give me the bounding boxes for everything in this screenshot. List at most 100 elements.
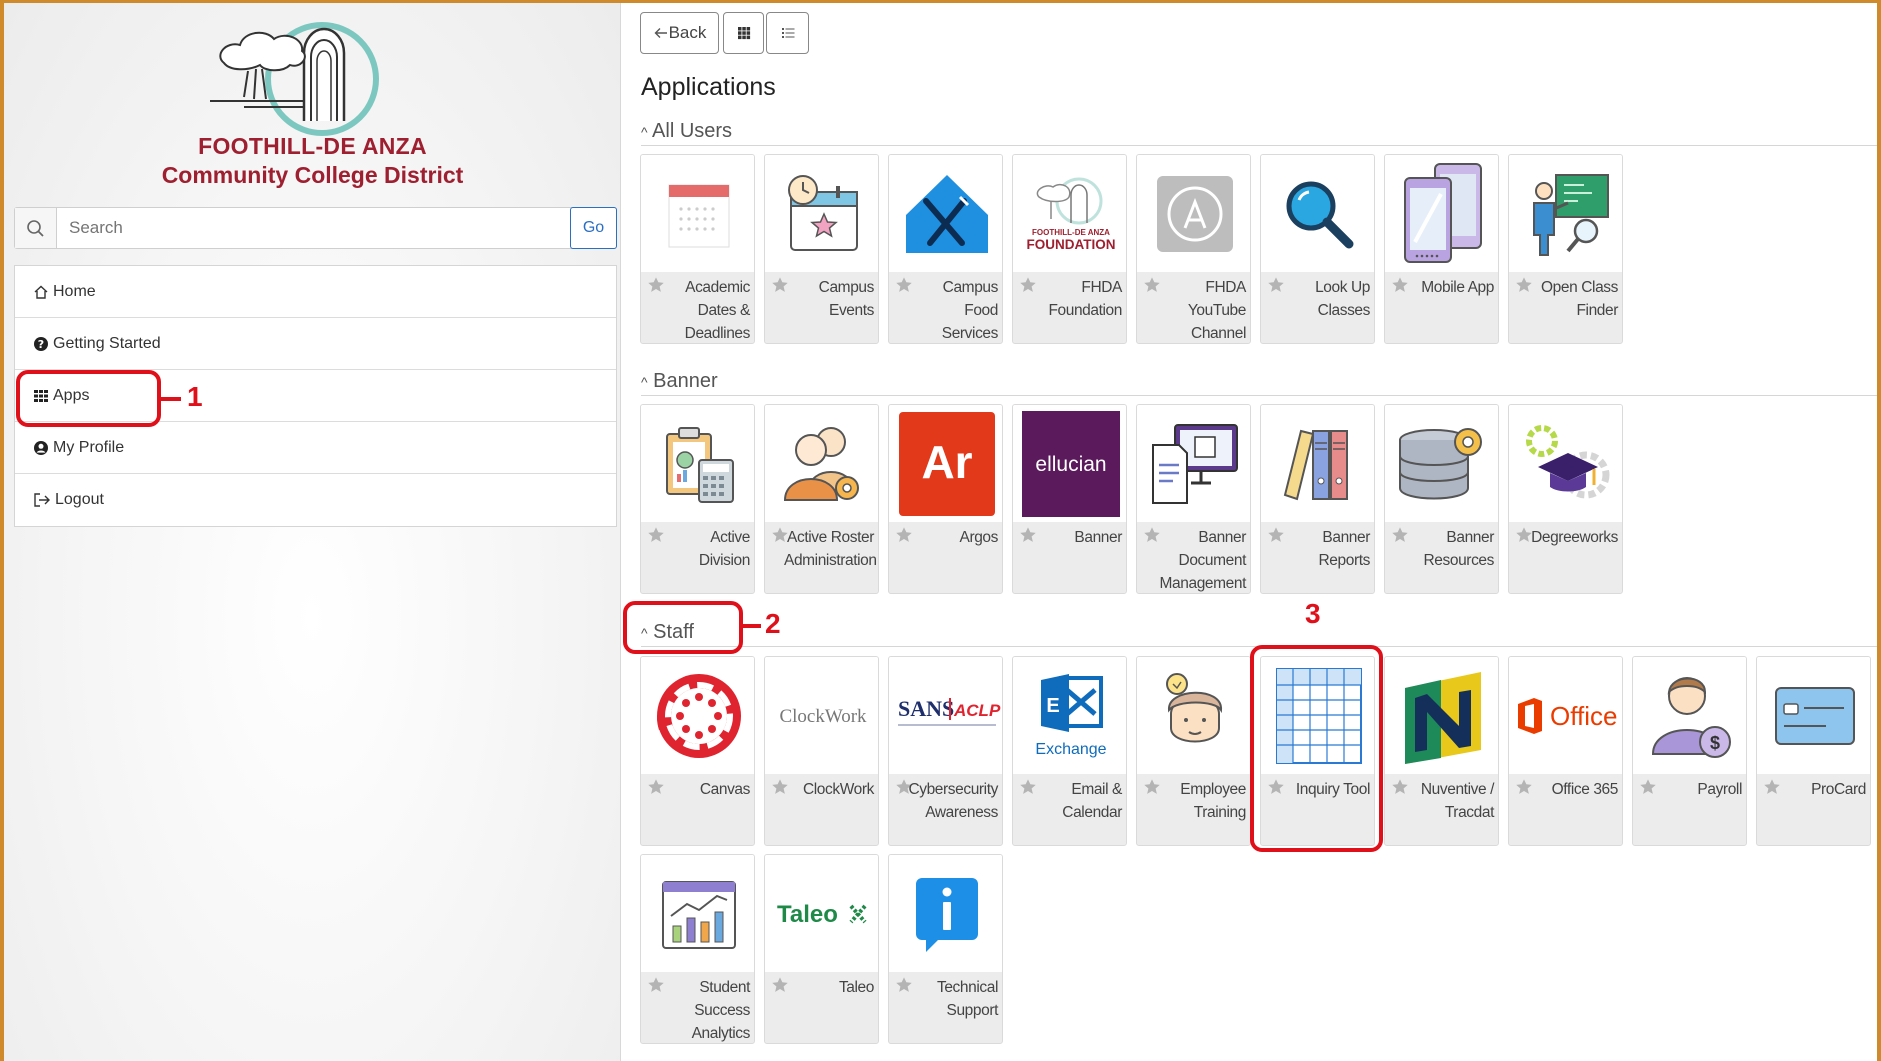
app-tile-taleo[interactable]: Taleo Taleo <box>764 854 879 1044</box>
sidebar-item-logout[interactable]: Logout <box>15 474 616 526</box>
app-label: Active Roster Administration <box>784 529 877 569</box>
app-label: Campus Food Services <box>941 279 999 342</box>
app-tile-cybersecurity[interactable]: SANS ACLP Cybersecurity Awareness <box>888 656 1003 846</box>
app-label: Look Up Classes <box>1315 279 1370 319</box>
search-input[interactable] <box>67 214 547 242</box>
search-bar: Go <box>14 207 617 249</box>
exchange-logo: E Exchange <box>1035 673 1106 758</box>
ellucian-text: ellucian <box>1035 453 1106 476</box>
app-tile-fhda-youtube[interactable]: FHDA YouTube Channel <box>1136 154 1251 344</box>
annotation-connector <box>743 624 761 628</box>
app-tile-campus-food-services[interactable]: Campus Food Services <box>888 154 1003 344</box>
sidebar-item-my-profile[interactable]: My Profile <box>15 422 616 474</box>
info-icon <box>915 877 978 952</box>
app-tile-open-class-finder[interactable]: Open Class Finder <box>1508 154 1623 344</box>
app-tile-active-division[interactable]: Active Division <box>640 404 755 594</box>
annotation-number-1: 1 <box>187 381 203 412</box>
app-label: Student Success Analytics <box>691 979 751 1042</box>
clockwork-logo: ClockWork <box>779 706 867 727</box>
app-tile-employee-training[interactable]: Employee Training <box>1136 656 1251 846</box>
app-label: ProCard <box>1811 781 1866 798</box>
taleo-logo: Taleo <box>777 901 867 928</box>
search-go-button[interactable]: Go <box>570 207 617 249</box>
app-label: ClockWork <box>802 781 874 798</box>
section-toggle-all-users[interactable]: ^ All Users <box>641 120 732 143</box>
app-label: Banner Resources <box>1423 529 1495 569</box>
svg-text:$: $ <box>1709 733 1719 753</box>
app-tile-technical-support[interactable]: Technical Support <box>888 854 1003 1044</box>
app-tile-payroll[interactable]: $ Payroll <box>1632 656 1747 846</box>
app-tile-degreeworks[interactable]: Degreeworks <box>1508 404 1623 594</box>
app-tile-look-up-classes[interactable]: Look Up Classes <box>1260 154 1375 344</box>
app-tile-banner-resources[interactable]: Banner Resources <box>1384 404 1499 594</box>
svg-text:E: E <box>1046 695 1059 717</box>
app-label: Active Division <box>698 529 750 569</box>
section-divider <box>641 145 1877 146</box>
app-label: Employee Training <box>1180 781 1246 821</box>
argos-text: Ar <box>921 436 972 488</box>
app-label: Mobile App <box>1421 279 1494 296</box>
annotation-box-inquiry-tool <box>1250 645 1383 852</box>
nuventive-logo <box>1404 671 1481 764</box>
app-label: FHDA YouTube Channel <box>1187 279 1247 342</box>
clockwork-text: ClockWork <box>779 706 867 727</box>
svg-text:?: ? <box>38 338 44 351</box>
teacher-board-icon <box>1532 173 1609 256</box>
org-name-line1: FOOTHILL-DE ANZA <box>198 133 427 159</box>
org-name-line2: Community College District <box>161 162 464 188</box>
app-label: Payroll <box>1697 781 1742 798</box>
ellucian-logo: ellucian <box>1021 410 1120 517</box>
sidebar-item-home[interactable]: Home <box>15 266 616 318</box>
app-tile-procard[interactable]: ProCard <box>1756 656 1871 846</box>
clipboard-calculator-icon <box>665 426 734 503</box>
app-label: FHDA Foundation <box>1048 279 1122 319</box>
app-tile-office-365[interactable]: Office Office 365 <box>1508 656 1623 846</box>
app-label: Banner Reports <box>1318 529 1371 569</box>
list-view-icon <box>781 28 794 38</box>
app-tile-student-success-analytics[interactable]: Student Success Analytics <box>640 854 755 1044</box>
utensils-icon <box>905 174 988 253</box>
back-button[interactable]: Back <box>640 12 719 54</box>
section-toggle-banner[interactable]: ^ Banner <box>641 370 718 393</box>
section-title: All Users <box>652 120 733 142</box>
analytics-chart-icon <box>661 880 736 949</box>
argos-logo: Ar <box>898 411 995 516</box>
app-tile-banner[interactable]: ellucian Banner <box>1012 404 1127 594</box>
grid-view-button[interactable] <box>723 12 764 54</box>
app-tile-email-calendar[interactable]: E Exchange Email & Calendar <box>1012 656 1127 846</box>
database-gear-icon <box>1398 427 1482 499</box>
app-tile-nuventive[interactable]: Nuventive / Tracdat <box>1384 656 1499 846</box>
annotation-box-apps <box>16 370 161 427</box>
annotation-number-2: 2 <box>765 608 781 639</box>
app-tile-clockwork[interactable]: ClockWork ClockWork <box>764 656 879 846</box>
sidebar-item-getting-started[interactable]: ? Getting Started <box>15 318 616 370</box>
annotation-number-3: 3 <box>1305 598 1321 629</box>
app-label: Argos <box>959 529 999 546</box>
app-tile-banner-document-management[interactable]: Banner Document Management <box>1136 404 1251 594</box>
caret-up-icon: ^ <box>641 124 648 140</box>
sidebar-item-label: My Profile <box>53 438 125 456</box>
person-idea-icon <box>1165 672 1222 742</box>
app-tile-banner-reports[interactable]: Banner Reports <box>1260 404 1375 594</box>
foundation-logo: FOOTHILL-DE ANZAFOUNDATION <box>1026 177 1115 252</box>
calendar-icon <box>668 184 729 247</box>
person-dollar-icon: $ <box>1651 676 1731 758</box>
app-label: Email & Calendar <box>1062 781 1122 821</box>
sidebar-item-label: Logout <box>55 491 104 508</box>
event-calendar-icon <box>787 174 858 251</box>
app-tile-fhda-foundation[interactable]: FOOTHILL-DE ANZA FOUNDATION FHDA Foundati… <box>1012 154 1127 344</box>
aclp-text: ACLP <box>953 701 1001 720</box>
app-tile-canvas[interactable]: Canvas <box>640 656 755 846</box>
sidebar: FOOTHILL-DE ANZA Community College Distr… <box>4 3 621 1061</box>
main-content: Back Applications ^ All Users ^ Banner ^… <box>622 3 1877 1061</box>
app-tile-argos[interactable]: Ar Argos <box>888 404 1003 594</box>
app-tile-campus-events[interactable]: Campus Events <box>764 154 879 344</box>
app-tile-mobile-app[interactable]: Mobile App <box>1384 154 1499 344</box>
grid-view-icon <box>737 27 750 40</box>
app-tile-academic-dates[interactable]: Academic Dates & Deadlines <box>640 154 755 344</box>
credit-card-icon <box>1774 686 1855 745</box>
annotation-box-staff <box>623 601 743 654</box>
list-view-button[interactable] <box>766 12 809 54</box>
app-label: Campus Events <box>818 279 875 319</box>
app-tile-active-roster[interactable]: Active Roster Administration <box>764 404 879 594</box>
